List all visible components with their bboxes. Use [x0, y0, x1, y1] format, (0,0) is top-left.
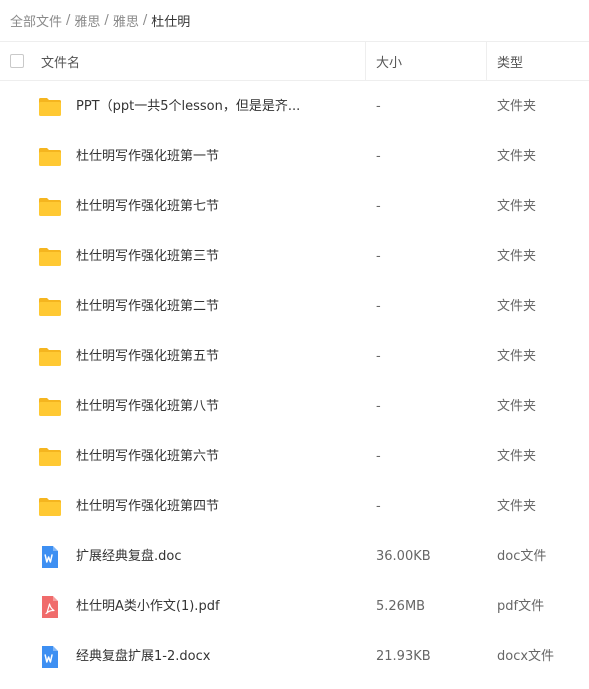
file-row[interactable]: 杜仕明写作强化班第三节 - 文件夹: [0, 232, 589, 282]
header-size[interactable]: 大小: [376, 42, 402, 80]
file-name[interactable]: 杜仕明写作强化班第六节: [76, 432, 219, 482]
file-row[interactable]: 杜仕明写作强化班第四节 - 文件夹: [0, 482, 589, 532]
column-divider[interactable]: [365, 42, 366, 80]
file-size: -: [376, 449, 381, 464]
folder-icon: [38, 495, 62, 519]
select-all-checkbox[interactable]: [10, 54, 24, 68]
file-size: -: [376, 499, 381, 514]
file-name[interactable]: PPT（ppt一共5个lesson，但是是齐...: [76, 82, 300, 132]
breadcrumb-separator: /: [66, 12, 71, 28]
folder-icon: [38, 445, 62, 469]
file-size: 5.26MB: [376, 599, 426, 614]
file-name[interactable]: 杜仕明写作强化班第三节: [76, 232, 219, 282]
file-type: 文件夹: [497, 499, 537, 514]
header-name[interactable]: 文件名: [41, 42, 80, 80]
file-size: -: [376, 399, 381, 414]
file-row[interactable]: 杜仕明写作强化班第五节 - 文件夹: [0, 332, 589, 382]
breadcrumb-item-current: 杜仕明: [151, 14, 191, 30]
folder-icon: [38, 195, 62, 219]
file-row[interactable]: 扩展经典复盘.doc 36.00KB doc文件: [0, 532, 589, 582]
file-name[interactable]: 杜仕明写作强化班第二节: [76, 282, 219, 332]
folder-icon: [38, 395, 62, 419]
file-size: -: [376, 199, 381, 214]
pdf-icon: [38, 595, 62, 619]
file-row[interactable]: 杜仕明写作强化班第一节 - 文件夹: [0, 132, 589, 182]
file-type: pdf文件: [497, 599, 545, 614]
breadcrumb: 全部文件 / 雅思 / 雅思 / 杜仕明: [10, 10, 190, 30]
file-name[interactable]: 杜仕明写作强化班第四节: [76, 482, 219, 532]
file-name[interactable]: 杜仕明写作强化班第七节: [76, 182, 219, 232]
file-name[interactable]: 杜仕明写作强化班第五节: [76, 332, 219, 382]
file-row[interactable]: 杜仕明写作强化班第七节 - 文件夹: [0, 182, 589, 232]
file-type: 文件夹: [497, 199, 537, 214]
breadcrumb-separator: /: [104, 12, 109, 28]
file-type: 文件夹: [497, 249, 537, 264]
file-type: 文件夹: [497, 299, 537, 314]
file-row[interactable]: 杜仕明A类小作文(1).pdf 5.26MB pdf文件: [0, 582, 589, 632]
header-type[interactable]: 类型: [497, 42, 523, 80]
file-type: 文件夹: [497, 99, 537, 114]
file-size: -: [376, 299, 381, 314]
file-row[interactable]: PPT（ppt一共5个lesson，但是是齐... - 文件夹: [0, 82, 589, 132]
breadcrumb-item-ielts-sub[interactable]: 雅思: [113, 11, 139, 30]
file-list-header: 文件名 大小 类型: [0, 41, 589, 81]
file-name[interactable]: 杜仕明A类小作文(1).pdf: [76, 582, 220, 632]
folder-icon: [38, 295, 62, 319]
breadcrumb-item-all-files[interactable]: 全部文件: [10, 11, 62, 30]
folder-icon: [38, 95, 62, 119]
file-size: 21.93KB: [376, 649, 431, 664]
file-row[interactable]: 杜仕明写作强化班第八节 - 文件夹: [0, 382, 589, 432]
file-list: PPT（ppt一共5个lesson，但是是齐... - 文件夹 杜仕明写作强化班…: [0, 82, 589, 682]
file-name[interactable]: 杜仕明写作强化班第八节: [76, 382, 219, 432]
file-type: 文件夹: [497, 449, 537, 464]
file-size: -: [376, 249, 381, 264]
column-divider[interactable]: [486, 42, 487, 80]
file-size: 36.00KB: [376, 549, 431, 564]
file-name[interactable]: 扩展经典复盘.doc: [76, 532, 182, 582]
file-row[interactable]: 杜仕明写作强化班第二节 - 文件夹: [0, 282, 589, 332]
file-name[interactable]: 经典复盘扩展1-2.docx: [76, 632, 210, 682]
file-type: docx文件: [497, 649, 555, 664]
file-size: -: [376, 99, 381, 114]
file-size: -: [376, 349, 381, 364]
file-row[interactable]: 经典复盘扩展1-2.docx 21.93KB docx文件: [0, 632, 589, 682]
breadcrumb-item-ielts[interactable]: 雅思: [74, 11, 100, 30]
file-size: -: [376, 149, 381, 164]
word-doc-icon: [38, 645, 62, 669]
file-name[interactable]: 杜仕明写作强化班第一节: [76, 132, 219, 182]
file-type: 文件夹: [497, 349, 537, 364]
folder-icon: [38, 245, 62, 269]
word-doc-icon: [38, 545, 62, 569]
file-type: 文件夹: [497, 149, 537, 164]
file-row[interactable]: 杜仕明写作强化班第六节 - 文件夹: [0, 432, 589, 482]
folder-icon: [38, 345, 62, 369]
file-type: 文件夹: [497, 399, 537, 414]
breadcrumb-separator: /: [142, 12, 148, 28]
folder-icon: [38, 145, 62, 169]
file-type: doc文件: [497, 549, 547, 564]
